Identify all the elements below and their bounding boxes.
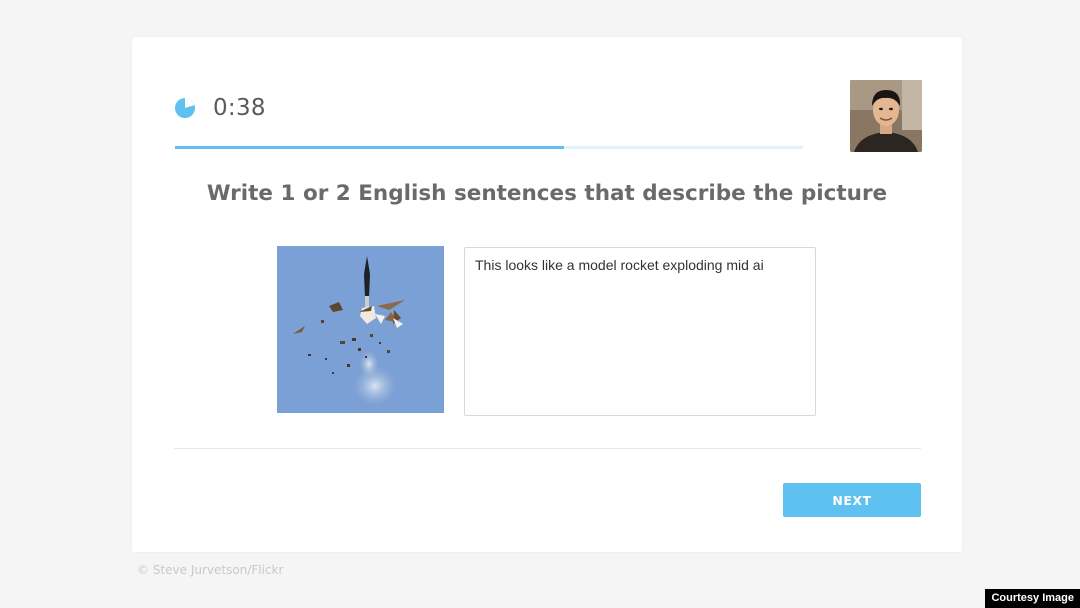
time-remaining: 0:38 xyxy=(213,95,266,121)
exploding-rocket-image xyxy=(277,246,444,413)
photo-credit: © Steve Jurvetson/Flickr xyxy=(137,563,284,577)
webcam-feed-image xyxy=(850,80,922,152)
question-prompt: Write 1 or 2 English sentences that desc… xyxy=(206,181,888,206)
next-button[interactable]: NEXT xyxy=(783,483,921,517)
progress-fill xyxy=(175,146,565,149)
webcam-preview xyxy=(850,80,922,152)
pie-timer-icon xyxy=(175,98,195,118)
answer-textarea[interactable]: This looks like a model rocket exploding… xyxy=(464,247,816,416)
prompt-picture xyxy=(277,246,444,413)
divider xyxy=(174,448,921,449)
progress-bar xyxy=(175,146,803,149)
courtesy-label: Courtesy Image xyxy=(985,589,1080,608)
timer: 0:38 xyxy=(174,92,266,124)
